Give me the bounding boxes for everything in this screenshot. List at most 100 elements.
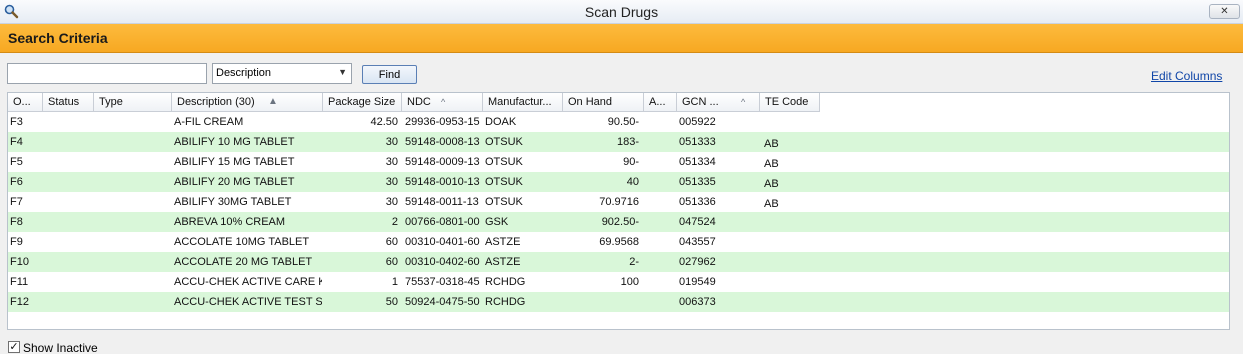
col-header-o[interactable]: O... — [8, 93, 43, 112]
cell-package-size: 2 — [391, 216, 398, 228]
cell-manufacturer: OTSUK — [485, 176, 523, 188]
cell-package-size: 30 — [385, 136, 398, 148]
cell-package-size: 30 — [385, 176, 398, 188]
show-inactive-checkbox[interactable]: ✓ — [8, 341, 20, 353]
cell-gcn: 005922 — [679, 116, 716, 128]
cell-ndc: 59148-0009-13 — [405, 156, 480, 168]
cell-o: F8 — [10, 216, 23, 228]
col-header-gcn[interactable]: GCN ... ^ — [677, 93, 760, 112]
table-row[interactable]: F9 ACCOLATE 10MG TABLET 60 00310-0401-60 AST… — [8, 232, 1229, 252]
cell-package-size: 30 — [385, 156, 398, 168]
col-header-ndc-label: NDC — [407, 96, 431, 108]
cell-gcn: 051336 — [679, 196, 716, 208]
cell-package-size: 1 — [391, 276, 398, 288]
cell-gcn: 027962 — [679, 256, 716, 268]
table-row[interactable]: F12 ACCU-CHEK ACTIVE TEST STR 50 50924-0475… — [8, 292, 1229, 312]
cell-description: ACCOLATE 10MG TABLET — [174, 236, 310, 248]
chevron-down-icon: ▼ — [338, 67, 347, 77]
col-header-manufacturer[interactable]: Manufactur... — [483, 93, 563, 112]
col-header-description-label: Description (30) — [177, 96, 255, 108]
cell-package-size: 42.50 — [370, 116, 398, 128]
cell-description: ABILIFY 15 MG TABLET — [174, 156, 295, 168]
edit-columns-link[interactable]: Edit Columns — [1151, 69, 1222, 83]
window-title: Scan Drugs — [584, 4, 659, 20]
cell-on-hand: 69.9568 — [599, 236, 639, 248]
table-row[interactable]: F5 ABILIFY 15 MG TABLET 30 59148-0009-13 OTS… — [8, 152, 1229, 172]
cell-on-hand: 90- — [623, 156, 639, 168]
sort-ascending-icon: ^ — [441, 97, 446, 107]
title-bar: Scan Drugs ✕ — [0, 0, 1243, 24]
search-input[interactable] — [7, 63, 207, 84]
cell-gcn: 047524 — [679, 216, 716, 228]
cell-o: F10 — [10, 256, 29, 268]
cell-on-hand: 90.50- — [607, 116, 639, 128]
find-button[interactable]: Find — [362, 65, 417, 84]
col-header-type[interactable]: Type — [94, 93, 172, 112]
cell-gcn: 006373 — [679, 296, 716, 308]
table-row[interactable]: F10 ACCOLATE 20 MG TABLET 60 00310-0402-60 A… — [8, 252, 1229, 272]
col-header-gcn-label: GCN ... — [682, 96, 719, 108]
cell-description: A-FIL CREAM — [174, 116, 244, 128]
sort-ascending-icon: ▲ — [268, 96, 278, 107]
col-header-status[interactable]: Status — [43, 93, 94, 112]
cell-on-hand: 2- — [629, 256, 639, 268]
cell-on-hand: 902.50- — [601, 216, 639, 228]
table-row[interactable]: F11 ACCU-CHEK ACTIVE CARE KIT 1 75537-0318-… — [8, 272, 1229, 292]
cell-o: F9 — [10, 236, 23, 248]
cell-on-hand: 183- — [616, 136, 639, 148]
cell-gcn: 051334 — [679, 156, 716, 168]
cell-on-hand: 70.9716 — [599, 196, 639, 208]
cell-manufacturer: GSK — [485, 216, 509, 228]
cell-te-code: AB — [764, 178, 779, 190]
drug-results-table: O... Status Type Description (30) ▲ Pack… — [7, 92, 1230, 330]
cell-te-code: AB — [764, 198, 779, 210]
table-row[interactable]: F4 ABILIFY 10 MG TABLET 30 59148-0008-13 OTS… — [8, 132, 1229, 152]
table-row[interactable]: F7 ABILIFY 30MG TABLET 30 59148-0011-13 OTSU… — [8, 192, 1229, 212]
cell-description: ACCU-CHEK ACTIVE TEST STR — [174, 296, 322, 308]
cell-manufacturer: OTSUK — [485, 136, 523, 148]
cell-o: F11 — [10, 276, 29, 288]
col-header-ndc[interactable]: NDC ^ — [402, 93, 483, 112]
table-row[interactable]: F6 ABILIFY 20 MG TABLET 30 59148-0010-13 OTS… — [8, 172, 1229, 192]
cell-on-hand: 40 — [626, 176, 639, 188]
col-header-on-hand[interactable]: On Hand — [563, 93, 644, 112]
cell-package-size: 50 — [385, 296, 398, 308]
table-row[interactable]: F3 A-FIL CREAM 42.50 29936-0953-15 DOAK 90.50… — [8, 112, 1229, 132]
table-row[interactable]: F8 ABREVA 10% CREAM 2 00766-0801-00 GSK 902.5… — [8, 212, 1229, 232]
cell-gcn: 051333 — [679, 136, 716, 148]
cell-ndc: 59148-0010-13 — [405, 176, 480, 188]
cell-description: ABREVA 10% CREAM — [174, 216, 286, 228]
table-header: O... Status Type Description (30) ▲ Pack… — [8, 93, 820, 112]
cell-description: ABILIFY 10 MG TABLET — [174, 136, 295, 148]
cell-gcn: 043557 — [679, 236, 716, 248]
cell-package-size: 60 — [385, 236, 398, 248]
cell-description: ABILIFY 20 MG TABLET — [174, 176, 295, 188]
cell-te-code: AB — [764, 138, 779, 150]
cell-ndc: 00310-0402-60 — [405, 256, 480, 268]
cell-package-size: 60 — [385, 256, 398, 268]
col-header-description[interactable]: Description (30) ▲ — [172, 93, 323, 112]
search-field-select[interactable]: Description ▼ — [212, 63, 352, 84]
cell-ndc: 29936-0953-15 — [405, 116, 480, 128]
search-field-value: Description — [216, 67, 272, 79]
col-header-a[interactable]: A... — [644, 93, 677, 112]
cell-package-size: 30 — [385, 196, 398, 208]
col-header-package-size[interactable]: Package Size — [323, 93, 402, 112]
cell-gcn: 019549 — [679, 276, 716, 288]
cell-description: ACCOLATE 20 MG TABLET — [174, 256, 313, 268]
cell-manufacturer: OTSUK — [485, 196, 523, 208]
cell-o: F3 — [10, 116, 23, 128]
cell-o: F7 — [10, 196, 23, 208]
col-header-te-code[interactable]: TE Code — [760, 93, 820, 112]
cell-ndc: 00766-0801-00 — [405, 216, 480, 228]
cell-manufacturer: RCHDG — [485, 296, 526, 308]
cell-ndc: 50924-0475-50 — [405, 296, 480, 308]
close-button[interactable]: ✕ — [1209, 4, 1240, 19]
cell-ndc: 00310-0401-60 — [405, 236, 480, 248]
cell-manufacturer: RCHDG — [485, 276, 526, 288]
cell-ndc: 75537-0318-45 — [405, 276, 480, 288]
cell-ndc: 59148-0008-13 — [405, 136, 480, 148]
search-criteria-title: Search Criteria — [8, 30, 108, 46]
cell-o: F12 — [10, 296, 29, 308]
cell-manufacturer: ASTZE — [485, 256, 521, 268]
